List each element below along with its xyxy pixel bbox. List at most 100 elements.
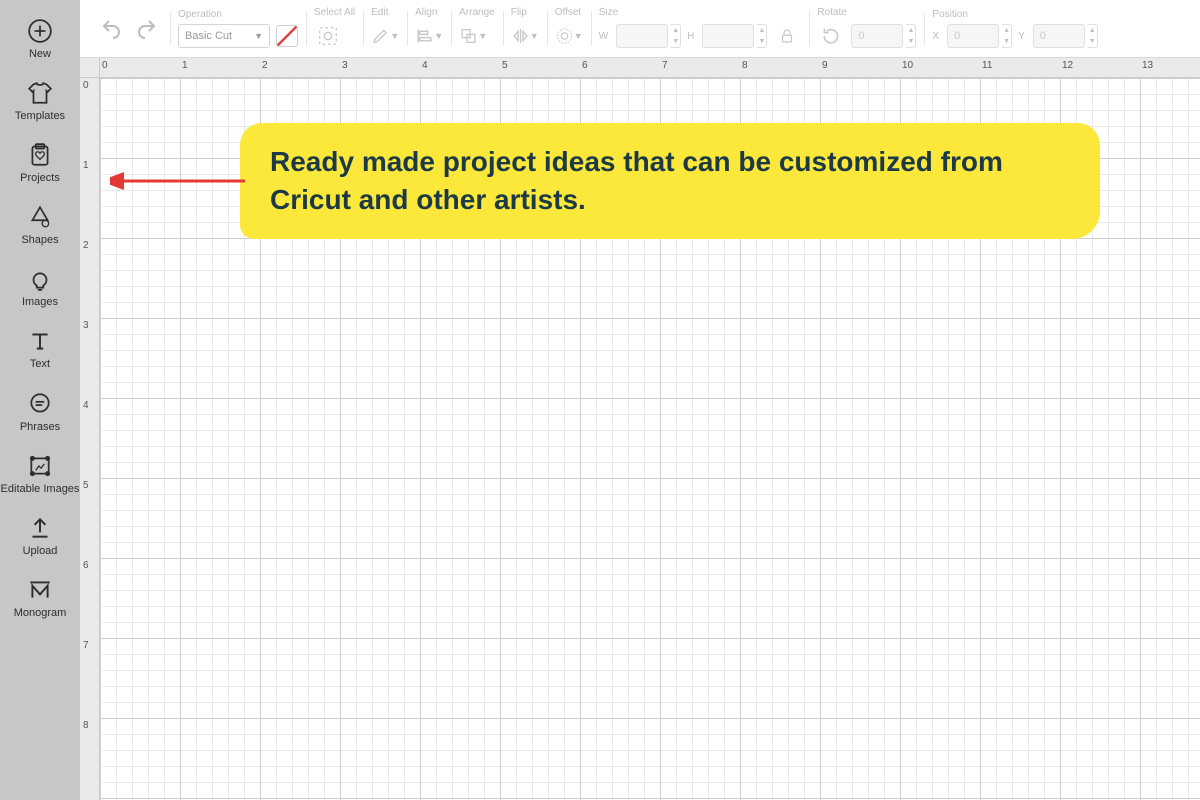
chevron-down-icon: ▼ bbox=[434, 31, 443, 41]
sidebar-item-phrases[interactable]: Phrases bbox=[0, 383, 80, 443]
clipboard-heart-icon bbox=[27, 142, 53, 168]
sidebar-item-label: Editable Images bbox=[1, 483, 80, 495]
align-group: Align ▼ bbox=[409, 5, 449, 52]
rotate-icon bbox=[821, 26, 841, 46]
group-title: Edit bbox=[371, 7, 388, 18]
chevron-down-icon: ▼ bbox=[574, 31, 583, 41]
sidebar-item-upload[interactable]: Upload bbox=[0, 507, 80, 567]
select-all-button[interactable] bbox=[314, 22, 342, 50]
lock-aspect-button[interactable] bbox=[773, 22, 801, 50]
ruler-tick: 11 bbox=[982, 60, 992, 71]
group-title: Size bbox=[599, 7, 618, 18]
sidebar-item-new[interactable]: New bbox=[0, 10, 80, 70]
ruler-tick: 1 bbox=[83, 160, 89, 171]
lightbulb-icon bbox=[27, 266, 53, 292]
height-input[interactable] bbox=[702, 24, 754, 48]
shapes-icon bbox=[27, 204, 53, 230]
height-label: H bbox=[687, 31, 694, 42]
x-input[interactable] bbox=[947, 24, 999, 48]
group-title: Select All bbox=[314, 7, 355, 18]
ruler-tick: 4 bbox=[83, 400, 89, 411]
ruler-tick: 13 bbox=[1142, 60, 1153, 71]
ruler-tick: 12 bbox=[1062, 60, 1073, 71]
sidebar-item-projects[interactable]: Projects bbox=[0, 134, 80, 194]
edit-button[interactable]: ▼ bbox=[371, 22, 399, 50]
rotate-group: Rotate ▲▼ bbox=[811, 5, 922, 52]
ruler-tick: 0 bbox=[83, 80, 89, 91]
height-stepper[interactable]: ▲▼ bbox=[757, 24, 767, 48]
ruler-tick: 6 bbox=[83, 560, 89, 571]
ruler-tick: 7 bbox=[662, 60, 668, 71]
chevron-down-icon: ▼ bbox=[390, 31, 399, 41]
top-toolbar: Operation Basic Cut ▼ Select All Edit ▼ bbox=[80, 0, 1200, 58]
y-input[interactable] bbox=[1033, 24, 1085, 48]
sidebar-item-label: Images bbox=[22, 296, 58, 308]
arrange-button[interactable]: ▼ bbox=[459, 22, 487, 50]
flip-group: Flip ▼ bbox=[505, 5, 545, 52]
align-button[interactable]: ▼ bbox=[415, 22, 443, 50]
color-swatch[interactable] bbox=[276, 25, 298, 47]
ruler-corner bbox=[80, 58, 100, 78]
plus-circle-icon bbox=[27, 18, 53, 44]
ruler-tick: 7 bbox=[83, 640, 89, 651]
select-all-icon bbox=[317, 25, 339, 47]
design-canvas[interactable]: Ready made project ideas that can be cus… bbox=[100, 78, 1200, 800]
ruler-tick: 5 bbox=[502, 60, 508, 71]
rotate-button[interactable] bbox=[817, 22, 845, 50]
ruler-tick: 9 bbox=[822, 60, 828, 71]
position-group: Position X ▲▼ Y ▲▼ bbox=[926, 7, 1103, 50]
ruler-tick: 3 bbox=[342, 60, 348, 71]
x-label: X bbox=[932, 31, 939, 42]
undo-button[interactable] bbox=[96, 13, 128, 45]
width-label: W bbox=[599, 31, 608, 42]
ruler-tick: 3 bbox=[83, 320, 89, 331]
sidebar-item-label: New bbox=[29, 48, 51, 60]
sidebar-item-text[interactable]: Text bbox=[0, 320, 80, 380]
ruler-horizontal: 01234567891011121314 bbox=[100, 58, 1200, 78]
ruler-tick: 6 bbox=[582, 60, 588, 71]
offset-button[interactable]: ▼ bbox=[555, 22, 583, 50]
ruler-tick: 4 bbox=[422, 60, 428, 71]
ruler-tick: 2 bbox=[83, 240, 89, 251]
sidebar-item-label: Text bbox=[30, 358, 50, 370]
width-input[interactable] bbox=[616, 24, 668, 48]
sidebar-item-monogram[interactable]: Monogram bbox=[0, 569, 80, 629]
sidebar-item-label: Upload bbox=[23, 545, 58, 557]
lock-icon bbox=[778, 27, 796, 45]
sidebar-item-label: Projects bbox=[20, 172, 60, 184]
ruler-vertical: 0123456789 bbox=[80, 78, 100, 800]
left-sidebar: New Templates Projects Shapes Images Tex… bbox=[0, 0, 80, 800]
y-stepper[interactable]: ▲▼ bbox=[1088, 24, 1098, 48]
selectall-group: Select All bbox=[308, 5, 361, 52]
size-group: Size W ▲▼ H ▲▼ bbox=[593, 5, 808, 52]
chevron-down-icon: ▼ bbox=[530, 31, 539, 41]
flip-button[interactable]: ▼ bbox=[511, 22, 539, 50]
width-stepper[interactable]: ▲▼ bbox=[671, 24, 681, 48]
operation-value: Basic Cut bbox=[185, 30, 232, 42]
sidebar-item-label: Monogram bbox=[14, 607, 67, 619]
ruler-tick: 1 bbox=[182, 60, 188, 71]
sidebar-item-shapes[interactable]: Shapes bbox=[0, 196, 80, 256]
rotate-stepper[interactable]: ▲▼ bbox=[906, 24, 916, 48]
chevron-down-icon: ▼ bbox=[478, 31, 487, 41]
y-label: Y bbox=[1018, 31, 1025, 42]
group-title: Operation bbox=[178, 9, 222, 20]
main-area: Operation Basic Cut ▼ Select All Edit ▼ bbox=[80, 0, 1200, 800]
edit-group: Edit ▼ bbox=[365, 5, 405, 52]
annotation-text: Ready made project ideas that can be cus… bbox=[240, 123, 1100, 239]
app-root: New Templates Projects Shapes Images Tex… bbox=[0, 0, 1200, 800]
ruler-tick: 0 bbox=[102, 60, 108, 71]
operation-select[interactable]: Basic Cut ▼ bbox=[178, 24, 270, 48]
rotate-input[interactable] bbox=[851, 24, 903, 48]
ruler-tick: 10 bbox=[902, 60, 913, 71]
group-title: Offset bbox=[555, 7, 582, 18]
sidebar-item-label: Templates bbox=[15, 110, 65, 122]
sidebar-item-images[interactable]: Images bbox=[0, 258, 80, 318]
flip-icon bbox=[511, 26, 530, 46]
sidebar-item-templates[interactable]: Templates bbox=[0, 72, 80, 132]
redo-button[interactable] bbox=[130, 13, 162, 45]
x-stepper[interactable]: ▲▼ bbox=[1002, 24, 1012, 48]
sidebar-item-label: Phrases bbox=[20, 421, 60, 433]
editable-image-icon bbox=[27, 453, 53, 479]
sidebar-item-editable-images[interactable]: Editable Images bbox=[0, 445, 80, 505]
